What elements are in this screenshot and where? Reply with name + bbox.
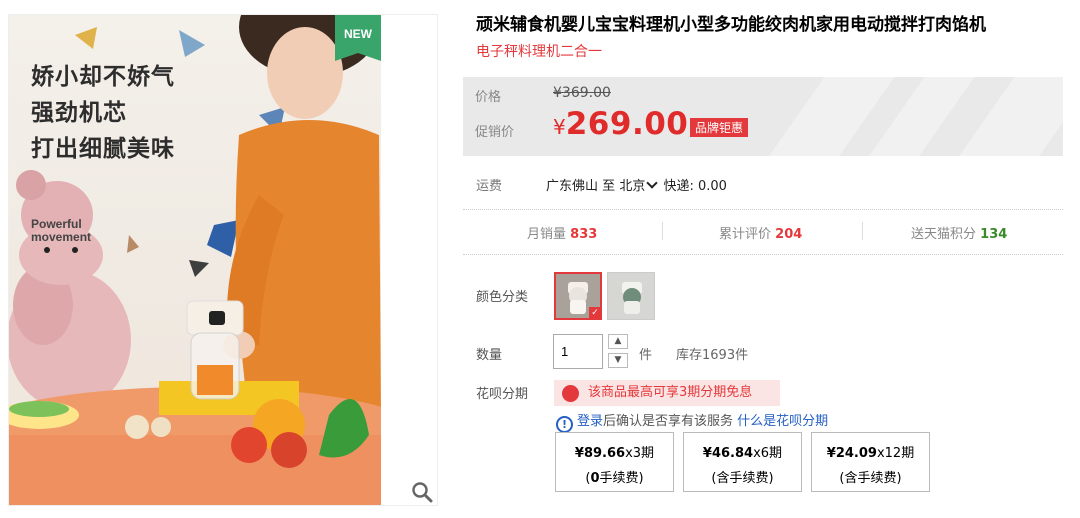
sales-stats: 月销量 833 累计评价 204 送天猫积分 134 (463, 218, 1063, 246)
what-is-huabei-link[interactable]: 什么是花呗分期 (737, 414, 828, 429)
installment-plan-6[interactable]: ¥46.84x6期 (含手续费) (683, 432, 802, 492)
plan-term: x6期 (753, 446, 783, 461)
installment-plan-12[interactable]: ¥24.09x12期 (含手续费) (811, 432, 930, 492)
price-panel: 价格 ¥369.00 促销价 ¥269.00 品牌钜惠 (463, 77, 1063, 156)
stat-value: 204 (775, 227, 803, 242)
color-swatch[interactable] (607, 272, 655, 320)
stat-label: 送天猫积分 (911, 227, 977, 242)
product-title: 顽米辅食机婴儿宝宝料理机小型多功能绞肉机家用电动搅拌打肉馅机 (476, 15, 986, 35)
divider (463, 254, 1063, 255)
headline-line: 娇小却不娇气 (31, 64, 175, 90)
divider (463, 209, 1063, 210)
product-gallery: 娇小却不娇气 强劲机芯 打出细腻美味 Powerful movement NEW (8, 14, 438, 506)
ship-destination[interactable]: 北京 (619, 179, 645, 194)
ship-method: 快递: 0.00 (663, 179, 727, 194)
stat-value: 134 (980, 227, 1008, 242)
promo-price: ¥269.00 (553, 106, 688, 142)
plan-amount: ¥46.84 (702, 446, 754, 461)
promo-headline: 娇小却不娇气 强劲机芯 打出细腻美味 (31, 59, 175, 167)
installment-plan-3[interactable]: ¥89.66x3期 (0手续费) (555, 432, 674, 492)
huabei-banner: 该商品最高可享3期分期免息 (554, 380, 780, 406)
color-option-label: 颜色分类 (476, 290, 529, 305)
ship-to-word: 至 (602, 179, 616, 194)
stock-info: 库存1693件 (676, 348, 749, 363)
promo-price-label: 促销价 (475, 125, 515, 140)
headline-line: 强劲机芯 (31, 100, 127, 126)
divider (862, 222, 863, 240)
check-icon: ✓ (589, 307, 600, 318)
shipping-info: 广东佛山 至 北京 快递: 0.00 (546, 175, 727, 194)
product-subtitle: 电子秤料理机二合一 (476, 44, 602, 60)
tmall-points: 送天猫积分 134 (911, 223, 1007, 242)
brand-discount-tag: 品牌钜惠 (690, 118, 749, 137)
plan-amount: ¥24.09 (826, 446, 877, 461)
promo-price-value: 269.00 (565, 106, 689, 142)
currency-symbol: ¥ (553, 115, 566, 139)
plan-term: x12期 (876, 446, 915, 461)
info-text: 后确认是否享有该服务 (603, 414, 734, 429)
stat-value: 833 (570, 227, 598, 242)
huabei-login-info: ! 登录后确认是否享有该服务 什么是花呗分期 (556, 410, 828, 433)
stat-label: 累计评价 (719, 227, 772, 242)
quantity-input[interactable] (553, 334, 603, 369)
quantity-unit: 件 (639, 348, 653, 363)
product-thumb (608, 273, 654, 319)
plan-fee: (含手续费) (839, 471, 902, 486)
plan-fee-strong: 0 (590, 471, 600, 486)
original-price: ¥369.00 (553, 85, 611, 101)
login-link[interactable]: 登录 (577, 414, 603, 429)
search-icon[interactable] (411, 481, 433, 503)
caption-line: movement (31, 230, 92, 244)
plan-fee: (含手续费) (711, 471, 774, 486)
plan-fee: 手续费) (599, 471, 644, 486)
color-swatch-selected[interactable]: ✓ (554, 272, 602, 320)
huabei-banner-text: 该商品最高可享3期分期免息 (588, 385, 753, 400)
info-icon: ! (556, 416, 573, 433)
product-main-image[interactable]: 娇小却不娇气 强劲机芯 打出细腻美味 Powerful movement NEW (9, 15, 381, 505)
plan-term: x3期 (625, 446, 655, 461)
new-badge: NEW (335, 15, 381, 61)
ship-from: 广东佛山 (546, 179, 599, 194)
quantity-increase-button[interactable]: ▲ (608, 334, 628, 349)
price-label: 价格 (475, 90, 502, 105)
plan-amount: ¥89.66 (574, 446, 626, 461)
total-reviews[interactable]: 累计评价 204 (719, 223, 802, 242)
stat-label: 月销量 (527, 227, 567, 242)
monthly-sales: 月销量 833 (527, 223, 597, 242)
installment-label: 花呗分期 (476, 387, 529, 402)
divider (662, 222, 663, 240)
headline-line: 打出细腻美味 (31, 136, 175, 162)
quantity-decrease-button[interactable]: ▼ (608, 353, 628, 368)
huabei-logo-icon (562, 385, 579, 402)
chevron-down-icon[interactable] (646, 177, 658, 189)
shipping-label: 运费 (476, 179, 503, 194)
ship-destination-select[interactable]: 北京 (619, 177, 659, 194)
powerful-caption: Powerful movement (31, 218, 91, 244)
quantity-label: 数量 (476, 348, 503, 363)
